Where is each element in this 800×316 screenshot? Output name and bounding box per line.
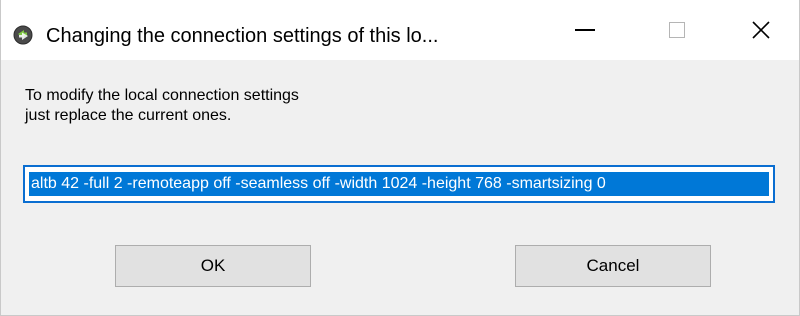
- message-line-2: just replace the current ones.: [25, 107, 232, 124]
- close-icon: [752, 21, 770, 39]
- instruction-message: To modify the local connection settings …: [25, 86, 299, 126]
- close-button[interactable]: [723, 0, 799, 60]
- connection-settings-dialog: Changing the connection settings of this…: [0, 0, 800, 316]
- ok-button[interactable]: OK: [115, 245, 311, 287]
- window-title: Changing the connection settings of this…: [46, 25, 439, 47]
- minimize-icon: [575, 29, 595, 31]
- arrows-connection-icon: [13, 25, 33, 45]
- maximize-button[interactable]: [631, 0, 723, 60]
- message-line-1: To modify the local connection settings: [25, 87, 299, 104]
- settings-field-frame[interactable]: altb 42 -full 2 -remoteapp off -seamless…: [23, 165, 775, 203]
- cancel-button[interactable]: Cancel: [515, 245, 711, 287]
- dialog-body: To modify the local connection settings …: [1, 60, 799, 315]
- minimize-button[interactable]: [539, 0, 631, 60]
- title-bar[interactable]: Changing the connection settings of this…: [1, 0, 799, 60]
- settings-input[interactable]: altb 42 -full 2 -remoteapp off -seamless…: [29, 172, 769, 196]
- maximize-icon: [669, 22, 685, 38]
